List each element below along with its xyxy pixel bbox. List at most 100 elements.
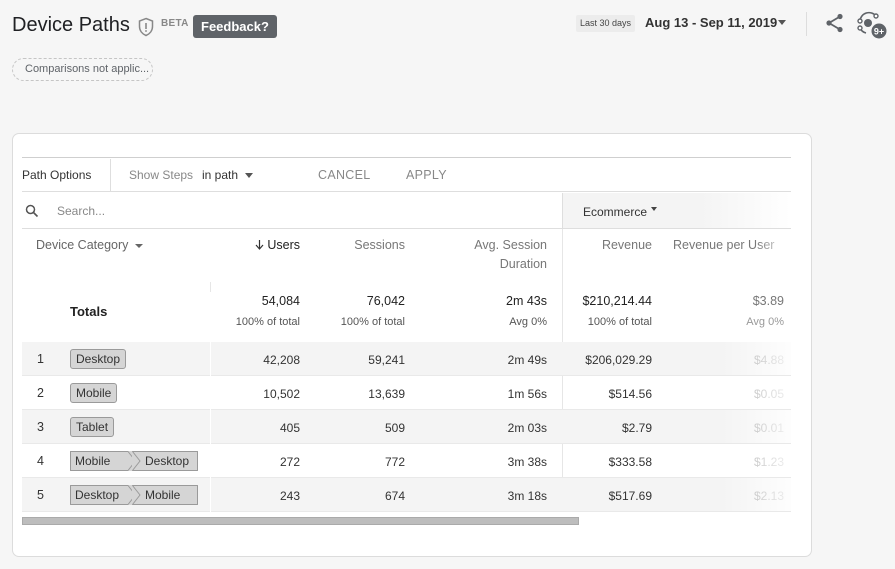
totals-users-percent: 100% of total (235, 316, 300, 328)
row-rank: 3 (37, 420, 44, 434)
totals-duration: 2m 43s (506, 294, 547, 308)
column-divider (210, 444, 211, 478)
cell-users: 272 (279, 455, 300, 469)
shield-alert-icon[interactable] (137, 17, 155, 37)
totals-revenue-per-user: $3.89 (752, 294, 784, 308)
cell-users: 405 (279, 421, 300, 435)
chevron-down-icon (651, 207, 657, 211)
cell-revenue-per-user: $4.88 (753, 353, 784, 367)
device-step-chip[interactable]: Desktop (70, 349, 127, 369)
cell-avg-session-duration: 3m 18s (507, 489, 547, 503)
device-step-chip[interactable]: Tablet (70, 417, 115, 437)
cell-revenue: $514.56 (608, 387, 652, 401)
insights-button[interactable]: 9+ (856, 11, 890, 39)
search-input[interactable] (57, 199, 357, 223)
metric-group-label: Ecommerce (583, 205, 648, 219)
column-header-label: Device Category (36, 238, 129, 252)
column-header-label: Duration (499, 257, 547, 271)
row-rank: 1 (37, 352, 44, 366)
device-step-label: Desktop (145, 454, 190, 468)
date-preset-label: Last 30 days (576, 15, 636, 32)
cell-sessions: 772 (384, 455, 405, 469)
device-path[interactable]: Desktop Mobile (70, 485, 198, 505)
cell-sessions: 59,241 (368, 353, 405, 367)
cell-revenue-per-user: $1.23 (753, 455, 784, 469)
comparisons-chip[interactable]: Comparisons not applic... (12, 58, 153, 81)
column-header-avg-session-duration[interactable]: Avg. Session Duration (433, 236, 547, 274)
cell-revenue: $2.79 (621, 421, 652, 435)
cell-avg-session-duration: 3m 38s (507, 455, 547, 469)
search-icon (25, 204, 39, 218)
totals-revenue-percent: 100% of total (587, 316, 652, 328)
cell-avg-session-duration: 2m 49s (507, 353, 547, 367)
totals-label: Totals (70, 304, 108, 319)
cell-users: 243 (279, 489, 300, 503)
notification-badge: 9+ (874, 27, 884, 37)
chevron-down-icon (134, 243, 143, 248)
page-header: Device Paths BETA Feedback? Comparisons … (0, 0, 895, 81)
cell-users: 42,208 (263, 353, 300, 367)
chevron-down-icon[interactable] (245, 173, 253, 178)
table-row[interactable]: 3 Tablet 405 509 2m 03s $2.79 $0.01 (22, 410, 791, 444)
report-card: Path Options Show Steps in path CANCEL A… (12, 133, 812, 557)
date-range-selector[interactable]: Aug 13 - Sep 11, 2019 (645, 15, 777, 30)
totals-revenue: $210,214.44 (582, 294, 652, 308)
row-rank: 4 (37, 454, 44, 468)
column-header-label: Revenue (601, 238, 652, 252)
page-title: Device Paths (12, 14, 130, 36)
device-step-label: Mobile (75, 454, 111, 468)
table-row[interactable]: 1 Desktop 42,208 59,241 2m 49s $206,029.29 $4.… (22, 342, 791, 376)
metric-group-selector[interactable]: Ecommerce (562, 193, 791, 229)
row-rank: 5 (37, 488, 44, 502)
divider (110, 159, 111, 191)
column-header-sessions[interactable]: Sessions (313, 236, 405, 255)
totals-sessions-percent: 100% of total (340, 316, 405, 328)
sort-descending-icon (255, 240, 264, 250)
table-row[interactable]: 2 Mobile 10,502 13,639 1m 56s $514.56 $0.05 (22, 376, 791, 410)
column-divider (210, 376, 211, 410)
cell-avg-session-duration: 2m 03s (507, 421, 547, 435)
divider (806, 12, 807, 36)
column-divider (210, 342, 211, 376)
cell-sessions: 509 (384, 421, 405, 435)
chevron-down-icon[interactable] (778, 20, 786, 25)
path-options-bar: Path Options Show Steps in path CANCEL A… (22, 158, 791, 192)
device-step-chip[interactable]: Mobile (70, 383, 118, 403)
device-step-label: Mobile (145, 488, 181, 502)
column-header-users[interactable]: Users (233, 236, 300, 255)
path-options-label: Path Options (22, 168, 92, 182)
beta-label: BETA (161, 18, 189, 29)
table-row[interactable]: 4 Mobile Desktop 272 772 3m 38s $333.58 $1.2… (22, 444, 791, 478)
table-row[interactable]: 5 Desktop Mobile 243 674 3m 18s $517.69 $2.1… (22, 478, 791, 512)
cancel-button[interactable]: CANCEL (318, 158, 371, 192)
column-header-revenue[interactable]: Revenue (563, 236, 652, 255)
device-step-chip[interactable]: Desktop (132, 451, 198, 471)
apply-button[interactable]: APPLY (406, 158, 447, 192)
horizontal-scrollbar[interactable] (22, 517, 579, 525)
totals-duration-avg: Avg 0% (509, 316, 547, 328)
device-step-chip[interactable]: Mobile (70, 451, 136, 471)
cell-revenue: $333.58 (608, 455, 652, 469)
totals-users: 54,084 (261, 294, 300, 308)
show-steps-label: Show Steps (129, 168, 194, 182)
column-header-revenue-per-user[interactable]: Revenue per User (673, 236, 791, 255)
device-path[interactable]: Mobile Desktop (70, 451, 198, 471)
cell-revenue: $517.69 (608, 489, 652, 503)
insights-icon: 9+ (857, 11, 887, 39)
show-steps-dropdown[interactable]: in path (202, 158, 238, 192)
cell-avg-session-duration: 1m 56s (507, 387, 547, 401)
row-rank: 2 (37, 386, 44, 400)
cell-sessions: 13,639 (368, 387, 405, 401)
device-step-chip[interactable]: Desktop (70, 485, 136, 505)
column-header-device-category[interactable]: Device Category (36, 236, 143, 255)
totals-revenue-per-user-avg: Avg 0% (746, 316, 784, 328)
cell-revenue-per-user: $0.01 (753, 421, 784, 435)
device-step-chip[interactable]: Mobile (132, 485, 198, 505)
cell-revenue-per-user: $0.05 (753, 387, 784, 401)
search-bar (22, 193, 562, 229)
column-divider (210, 478, 211, 512)
cell-revenue-per-user: $2.13 (753, 489, 784, 503)
column-header-label: Revenue per User (673, 238, 775, 252)
feedback-button[interactable]: Feedback? (193, 15, 277, 38)
share-icon[interactable] (824, 12, 846, 34)
